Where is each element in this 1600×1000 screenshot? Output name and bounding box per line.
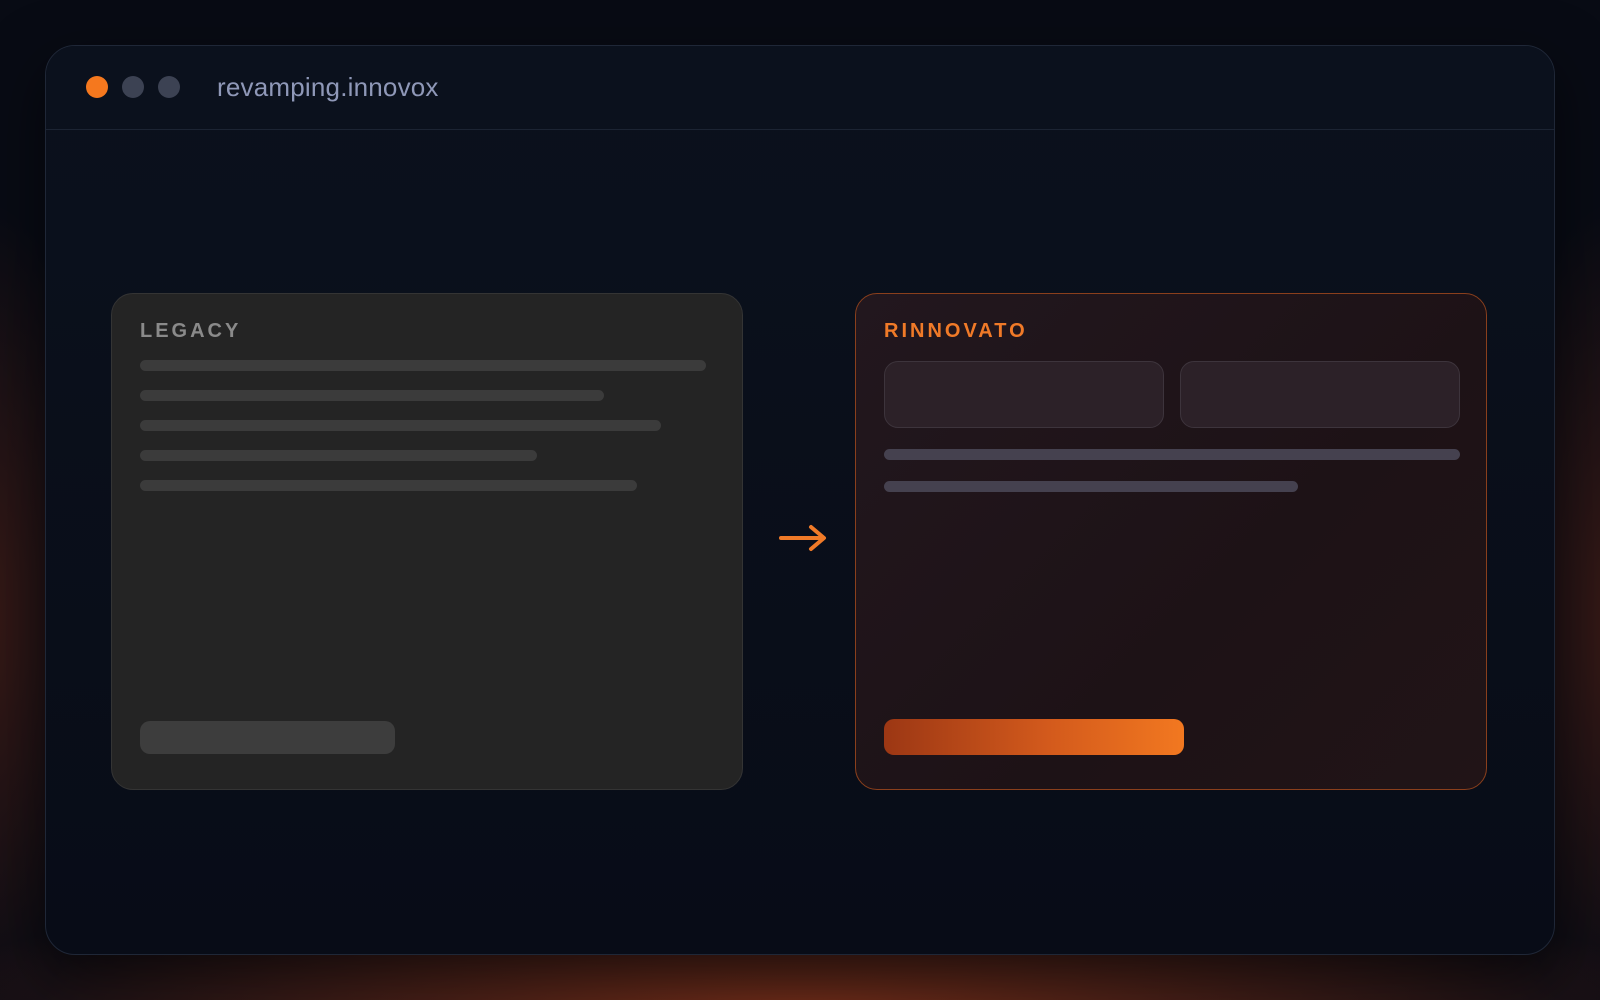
legacy-text-line [140, 420, 661, 431]
minimize-window-button[interactable] [122, 76, 144, 98]
legacy-text-line [140, 360, 706, 371]
renewed-text-line [884, 481, 1298, 492]
legacy-label: LEGACY [140, 320, 242, 342]
renewed-panel: RINNOVATO [855, 293, 1487, 790]
renewed-label: RINNOVATO [884, 320, 1028, 342]
address-text: revamping.innovox [217, 72, 439, 102]
legacy-button[interactable] [140, 721, 395, 754]
primary-cta-button[interactable] [884, 719, 1184, 755]
renewed-text-line [884, 449, 1460, 460]
legacy-text-line [140, 450, 537, 461]
legacy-text-line [140, 390, 604, 401]
close-window-button[interactable] [86, 76, 108, 98]
feature-card[interactable] [1180, 361, 1460, 428]
feature-card[interactable] [884, 361, 1164, 428]
maximize-window-button[interactable] [158, 76, 180, 98]
legacy-text-line [140, 480, 637, 491]
legacy-panel: LEGACY [111, 293, 743, 790]
arrow-right-icon [779, 525, 826, 551]
title-bar: revamping.innovox [46, 46, 1554, 130]
browser-window: revamping.innovox LEGACY RINNOVATO [45, 45, 1555, 955]
